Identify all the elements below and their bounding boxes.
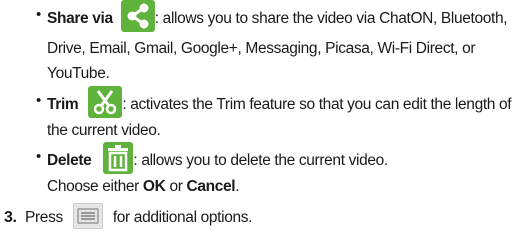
ok-label: OK: [142, 178, 166, 195]
scissors-icon: [88, 86, 123, 118]
trim-desc-1: : activates the Trim feature so that you…: [122, 96, 512, 114]
trim-term: Trim: [47, 96, 79, 114]
step-3-post: for additional options.: [112, 209, 253, 226]
bullet: •: [36, 6, 42, 23]
cancel-label: Cancel: [186, 178, 236, 195]
bullet: •: [36, 92, 42, 109]
share-icon: [120, 0, 155, 32]
delete-item: Delete : allows you to delete the curren…: [47, 142, 388, 174]
step-3-pre: Press: [25, 209, 63, 226]
delete-confirm-pre: Choose either: [47, 178, 143, 195]
delete-desc-1: : allows you to delete the current video…: [133, 152, 388, 170]
trash-icon: [103, 142, 134, 174]
delete-confirm-mid: or: [165, 178, 187, 195]
share-via-item: Share via : allows you to share the vide…: [47, 0, 508, 32]
step-3-text: Press for additional options.: [25, 202, 253, 230]
delete-confirm-post: .: [235, 178, 240, 195]
trim-item: Trim : activates the Trim feature so tha…: [47, 86, 512, 118]
share-via-desc-1: : allows you to share the video via Chat…: [154, 10, 508, 28]
delete-term: Delete: [47, 152, 92, 170]
menu-icon: [72, 202, 103, 229]
share-via-desc-3: YouTube.: [47, 65, 110, 82]
trim-desc-2: the current video.: [47, 122, 161, 139]
share-via-desc-2: Drive, Email, Gmail, Google+, Messaging,…: [47, 40, 476, 57]
step-number: 3.: [4, 209, 17, 226]
share-via-term: Share via: [47, 10, 113, 28]
delete-confirm-line: Choose either OK or Cancel.: [47, 174, 240, 199]
manual-page: • Share via : allows you to share the vi…: [0, 0, 530, 246]
bullet: •: [36, 148, 42, 165]
